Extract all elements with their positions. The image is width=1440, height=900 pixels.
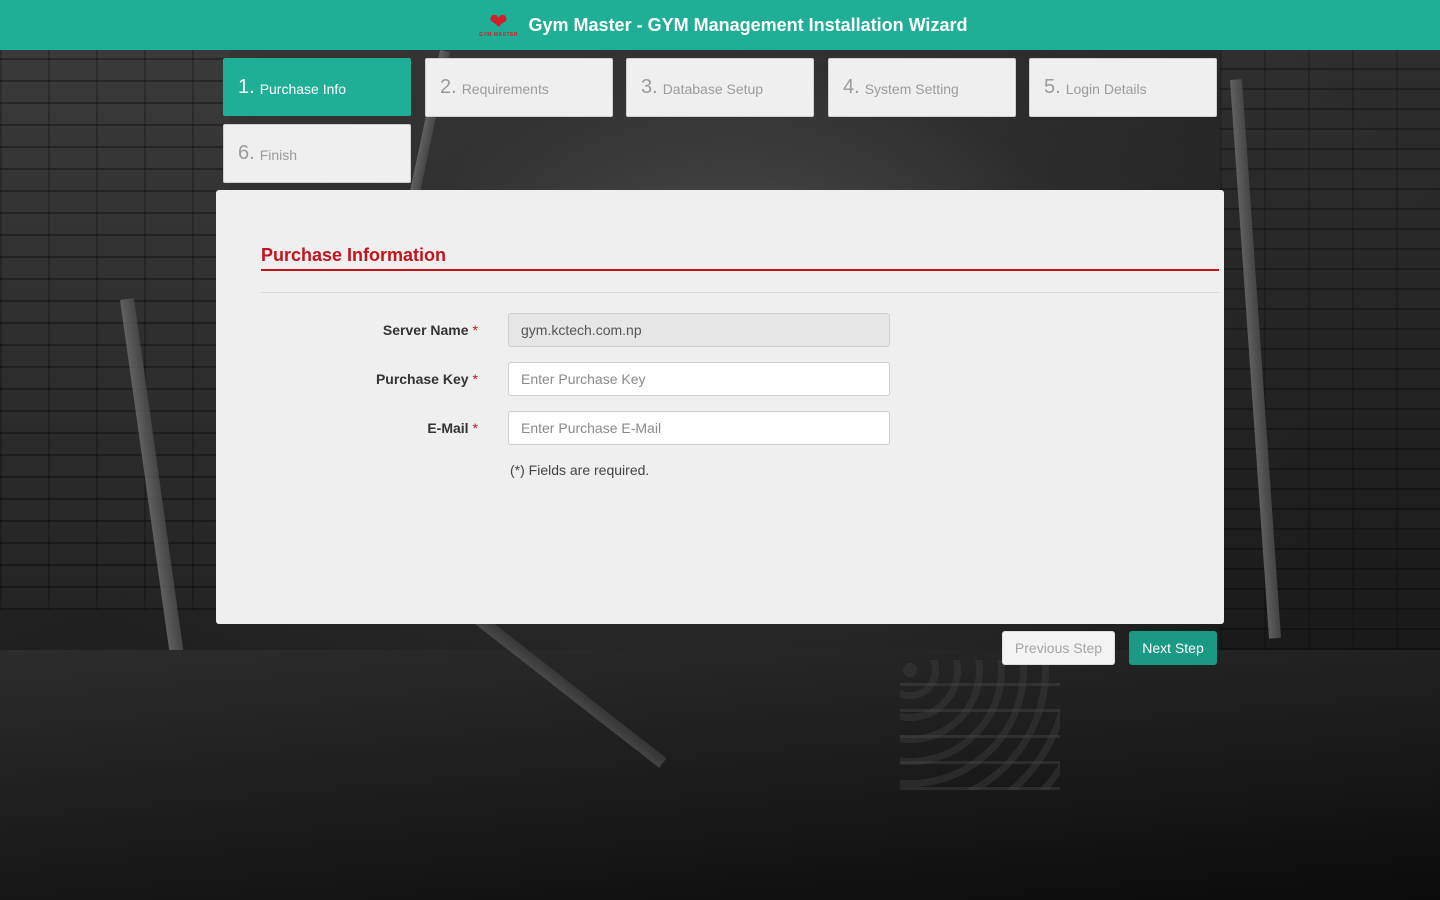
required-mark: *: [472, 322, 478, 338]
step-purchase-info[interactable]: 1. Purchase Info: [223, 58, 411, 116]
step-requirements[interactable]: 2. Requirements: [425, 58, 613, 117]
email-input[interactable]: [508, 411, 890, 445]
app-header: ❤ GYM MASTER Gym Master - GYM Management…: [0, 0, 1440, 50]
divider: [261, 292, 1219, 293]
email-row: E-Mail *: [216, 411, 1224, 445]
step-number: 4.: [843, 76, 860, 98]
required-mark: *: [472, 371, 478, 387]
step-number: 3.: [641, 76, 658, 98]
gym-floor: [0, 650, 1440, 900]
section-divider: [261, 269, 1219, 271]
logo-text: GYM MASTER: [479, 32, 518, 38]
step-label: Database Setup: [662, 81, 764, 97]
step-login-details[interactable]: 5. Login Details: [1029, 58, 1217, 117]
step-database-setup[interactable]: 3. Database Setup: [626, 58, 814, 117]
field-label-text: Purchase Key: [375, 371, 469, 387]
step-label: System Setting: [864, 81, 959, 97]
step-number: 1.: [238, 75, 255, 98]
step-label: Purchase Info: [259, 80, 347, 97]
step-number: 2.: [440, 76, 457, 98]
step-label: Login Details: [1065, 81, 1147, 97]
step-finish[interactable]: 6. Finish: [223, 124, 411, 183]
section-title: Purchase Information: [261, 245, 447, 265]
form-panel: Purchase Information Server Name* Purcha…: [216, 190, 1224, 624]
brick-wall-left: [0, 50, 230, 610]
step-label: Requirements: [461, 81, 549, 97]
field-label-text: Server Name: [382, 322, 469, 338]
purchase-key-row: Purchase Key *: [216, 362, 1224, 396]
step-system-setting[interactable]: 4. System Setting: [828, 58, 1016, 117]
field-label-text: E-Mail: [427, 420, 469, 436]
heart-dumbbell-icon: ❤: [489, 9, 508, 34]
gym-master-logo: ❤ GYM MASTER: [473, 8, 525, 42]
purchase-key-input[interactable]: [508, 362, 890, 396]
previous-step-button[interactable]: Previous Step: [1002, 631, 1115, 665]
app-title: Gym Master - GYM Management Installation…: [528, 14, 968, 35]
server-name-input[interactable]: [508, 313, 890, 347]
required-fields-note: (*) Fields are required.: [510, 462, 650, 478]
step-number: 5.: [1044, 76, 1061, 98]
required-mark: *: [472, 420, 478, 436]
dumbbell-rack: [900, 660, 1060, 790]
server-name-label: Server Name *: [383, 322, 478, 338]
purchase-key-label: Purchase Key *: [376, 371, 478, 387]
server-name-row: Server Name *: [216, 313, 1224, 347]
step-number: 6.: [238, 142, 255, 164]
email-label: E-Mail *: [427, 420, 478, 436]
next-step-button[interactable]: Next Step: [1129, 631, 1217, 665]
step-label: Finish: [259, 147, 298, 163]
